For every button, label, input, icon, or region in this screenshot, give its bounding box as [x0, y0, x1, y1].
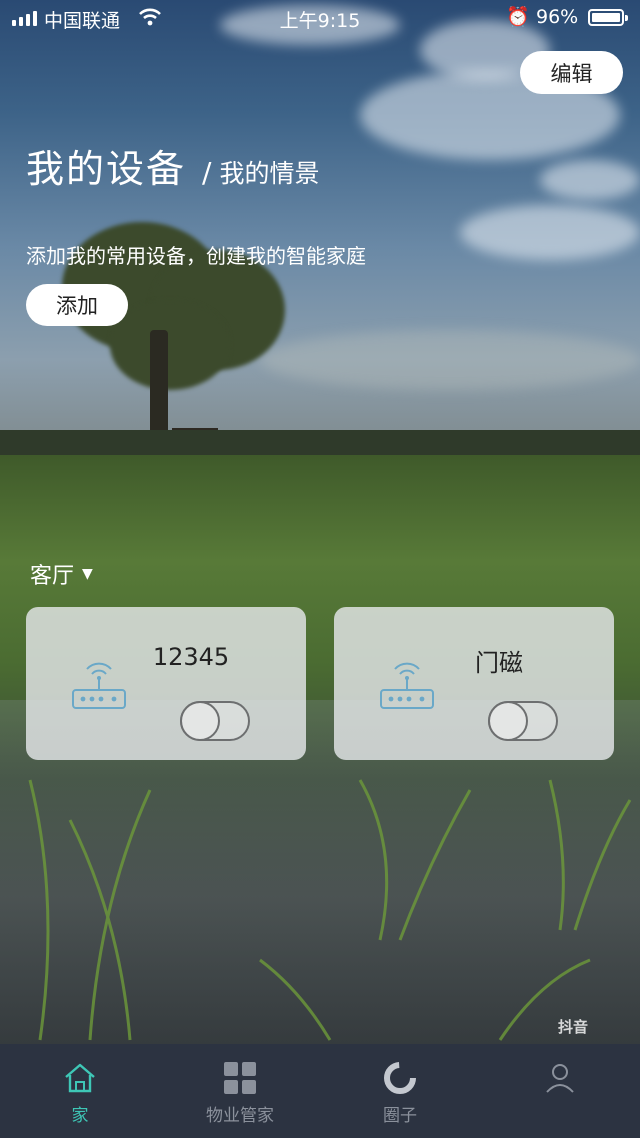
tab-home-label: 家	[71, 1106, 89, 1126]
device-name: 门磁	[475, 649, 523, 677]
title-separator: /	[202, 156, 212, 189]
alarm-icon: ⏰	[506, 6, 530, 28]
device-name: 12345	[152, 643, 230, 671]
device-toggle[interactable]	[488, 701, 558, 741]
page-description: 添加我的常用设备，创建我的智能家庭	[26, 244, 366, 268]
device-card[interactable]: 门磁	[334, 607, 614, 760]
caret-down-icon: ▼	[82, 566, 93, 582]
tab-bar: 家 物业管家 圈子	[0, 1044, 640, 1138]
toggle-knob	[180, 701, 220, 741]
room-name: 客厅	[30, 564, 75, 589]
tab-property-manager[interactable]: 物业管家	[160, 1044, 320, 1138]
edit-button[interactable]: 编辑	[520, 51, 623, 94]
toggle-knob	[488, 701, 528, 741]
battery-percent: 96%	[536, 6, 579, 28]
grid-icon	[224, 1062, 256, 1094]
page-title-row: 我的设备 / 我的情景	[26, 138, 319, 193]
battery-icon	[588, 9, 628, 26]
tab-circle-label: 圈子	[383, 1106, 417, 1126]
add-device-button[interactable]: 添加	[26, 284, 128, 326]
device-toggle[interactable]	[180, 701, 250, 741]
person-icon	[546, 1064, 574, 1093]
tab-profile[interactable]	[480, 1044, 640, 1138]
tab-circle[interactable]: 圈子	[320, 1044, 480, 1138]
tab-property-manager-label: 物业管家	[206, 1106, 274, 1126]
room-selector[interactable]: 客厅 ▼	[30, 558, 93, 590]
tab-my-devices[interactable]: 我的设备	[26, 138, 186, 193]
device-card[interactable]: 12345	[26, 607, 306, 760]
tab-my-scenes[interactable]: 我的情景	[219, 154, 319, 190]
tab-home[interactable]: 家	[0, 1044, 160, 1138]
status-bar: 中国联通 上午9:15 ⏰ 96%	[0, 0, 640, 36]
douyin-watermark: 抖音	[558, 1018, 589, 1036]
ring-icon	[384, 1062, 416, 1094]
home-icon	[65, 1063, 95, 1093]
